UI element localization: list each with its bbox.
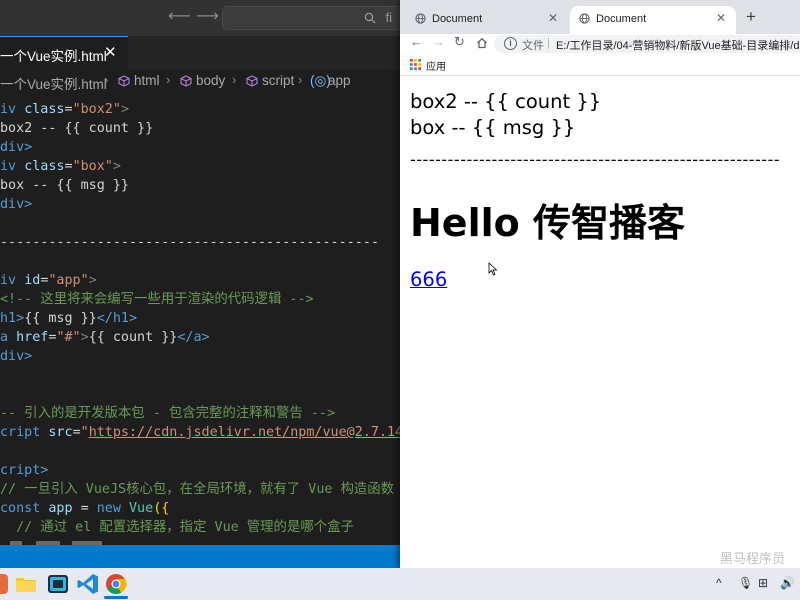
code-line: const app = new Vue({ xyxy=(0,501,170,516)
browser-tab-title: Document xyxy=(596,13,647,25)
code-line: iv class="box"> xyxy=(0,159,121,174)
active-app-indicator xyxy=(104,596,128,599)
chevron-right-icon: › xyxy=(166,72,171,87)
address-url: E:/工作目录/04-营销物料/新版Vue基础-目录编排/d... xyxy=(556,40,800,52)
watermark: 黑马程序员 xyxy=(720,551,786,566)
apps-grid-icon[interactable] xyxy=(410,59,421,70)
breadcrumb: 一个Vue实例.html › html › body › script › (◎… xyxy=(0,70,400,92)
info-icon[interactable]: i xyxy=(504,37,517,50)
chrome-icon[interactable] xyxy=(104,572,128,596)
command-search-box[interactable]: fi xyxy=(222,6,400,30)
page-heading: Hello 传智播客 xyxy=(410,201,685,245)
search-icon xyxy=(364,12,376,24)
back-arrow-icon[interactable]: ⟵ xyxy=(168,8,191,26)
reload-icon[interactable]: ↻ xyxy=(454,34,465,50)
app-icon[interactable] xyxy=(0,574,8,594)
code-line: iv class="box2"> xyxy=(0,102,129,117)
code-line: div> xyxy=(0,349,33,364)
cube-icon xyxy=(180,75,192,87)
chevron-right-icon: › xyxy=(104,72,109,87)
address-separator: | xyxy=(547,37,550,49)
bookmarks-bar: 应用 xyxy=(400,54,800,76)
tray-chevron-icon[interactable]: ^ xyxy=(716,576,722,590)
browser-tabbar: Document ✕ Document ✕ + xyxy=(400,0,800,34)
close-icon[interactable]: ✕ xyxy=(104,43,117,61)
browser-tab[interactable]: Document ✕ xyxy=(406,6,568,34)
address-bar[interactable]: i 文件 | E:/工作目录/04-营销物料/新版Vue基础-目录编排/d... xyxy=(494,35,800,53)
code-line: cript src="https://cdn.jsdelivr.net/npm/… xyxy=(0,425,400,440)
forward-arrow-icon[interactable]: → xyxy=(432,34,445,49)
code-line: // 一旦引入 VueJS核心包，在全局环境，就有了 Vue 构造函数 xyxy=(0,482,395,497)
browser-toolbar: ← → ↻ i 文件 | E:/工作目录/04-营销物料/新版Vue基础-目录编… xyxy=(400,34,800,54)
cube-icon xyxy=(246,75,258,87)
language-icon[interactable]: ⊞ xyxy=(758,576,768,590)
volume-icon[interactable]: 🔊 xyxy=(780,576,795,590)
close-icon[interactable]: ✕ xyxy=(716,11,726,25)
code-line: box -- {{ msg }} xyxy=(0,178,129,193)
editor-tab-active[interactable]: 一个Vue实例.html ✕ xyxy=(0,36,128,70)
close-icon[interactable]: ✕ xyxy=(548,11,558,25)
editor-tabbar: 一个Vue实例.html ✕ xyxy=(0,36,400,70)
home-icon[interactable] xyxy=(476,37,488,49)
code-line: iv id="app"> xyxy=(0,273,97,288)
bookmark-apps[interactable]: 应用 xyxy=(426,58,446,73)
forward-arrow-icon[interactable]: ⟶ xyxy=(196,8,219,26)
status-bar xyxy=(0,545,400,568)
breadcrumb-item-file[interactable]: 一个Vue实例.html xyxy=(0,73,107,93)
vscode-window: ⟵ ⟶ fi 一个Vue实例.html ✕ 一个Vue实例.html › htm… xyxy=(0,0,400,568)
browser-tab-active[interactable]: Document ✕ xyxy=(570,6,736,34)
microphone-icon[interactable]: 🎙 xyxy=(738,576,753,590)
code-line: -- 引入的是开发版本包 - 包含完整的注释和警告 --> xyxy=(0,406,336,421)
vscode-titlebar: ⟵ ⟶ fi xyxy=(0,0,400,36)
search-box-text: fi xyxy=(385,10,393,25)
terminal-app-icon[interactable] xyxy=(46,572,70,596)
chevron-right-icon: › xyxy=(298,72,303,87)
code-line: // 通过 el 配置选择器，指定 Vue 管理的是哪个盒子 xyxy=(0,520,354,535)
box2-text: box2 -- {{ count }} xyxy=(410,90,602,113)
breadcrumb-item-html[interactable]: html xyxy=(134,73,160,88)
editor-tab-label: 一个Vue实例.html xyxy=(0,49,107,64)
code-line: div> xyxy=(0,197,33,212)
code-line: ----------------------------------------… xyxy=(0,235,379,250)
new-tab-button[interactable]: + xyxy=(746,7,756,27)
breadcrumb-item-app[interactable]: app xyxy=(328,73,351,88)
code-line: div> xyxy=(0,140,33,155)
mouse-cursor-icon xyxy=(488,262,498,276)
code-line: a href="#">{{ count }}</a> xyxy=(0,330,210,345)
back-arrow-icon[interactable]: ← xyxy=(410,34,423,49)
code-line: cript> xyxy=(0,463,49,478)
page-content: box2 -- {{ count }} box -- {{ msg }} ---… xyxy=(400,76,800,568)
globe-icon xyxy=(579,13,590,24)
vscode-icon[interactable] xyxy=(76,572,100,596)
globe-icon xyxy=(415,13,426,24)
code-line: <!-- 这里将来会编写一些用于渲染的代码逻辑 --> xyxy=(0,292,314,307)
browser-window: Document ✕ Document ✕ + ← → ↻ i 文件 | E:/… xyxy=(400,0,800,568)
file-explorer-icon[interactable] xyxy=(14,572,38,596)
box-text: box -- {{ msg }} xyxy=(410,116,576,139)
cube-icon xyxy=(118,75,130,87)
code-line: h1>{{ msg }}</h1> xyxy=(0,311,138,326)
dashed-divider: ----------------------------------------… xyxy=(410,150,781,169)
count-link[interactable]: 666 xyxy=(410,268,447,291)
address-scheme: 文件 xyxy=(522,40,544,52)
chevron-right-icon: › xyxy=(232,72,237,87)
breadcrumb-item-body[interactable]: body xyxy=(196,73,225,88)
browser-tab-title: Document xyxy=(432,13,483,25)
breadcrumb-item-script[interactable]: script xyxy=(262,73,294,88)
code-line: box2 -- {{ count }} xyxy=(0,121,154,136)
